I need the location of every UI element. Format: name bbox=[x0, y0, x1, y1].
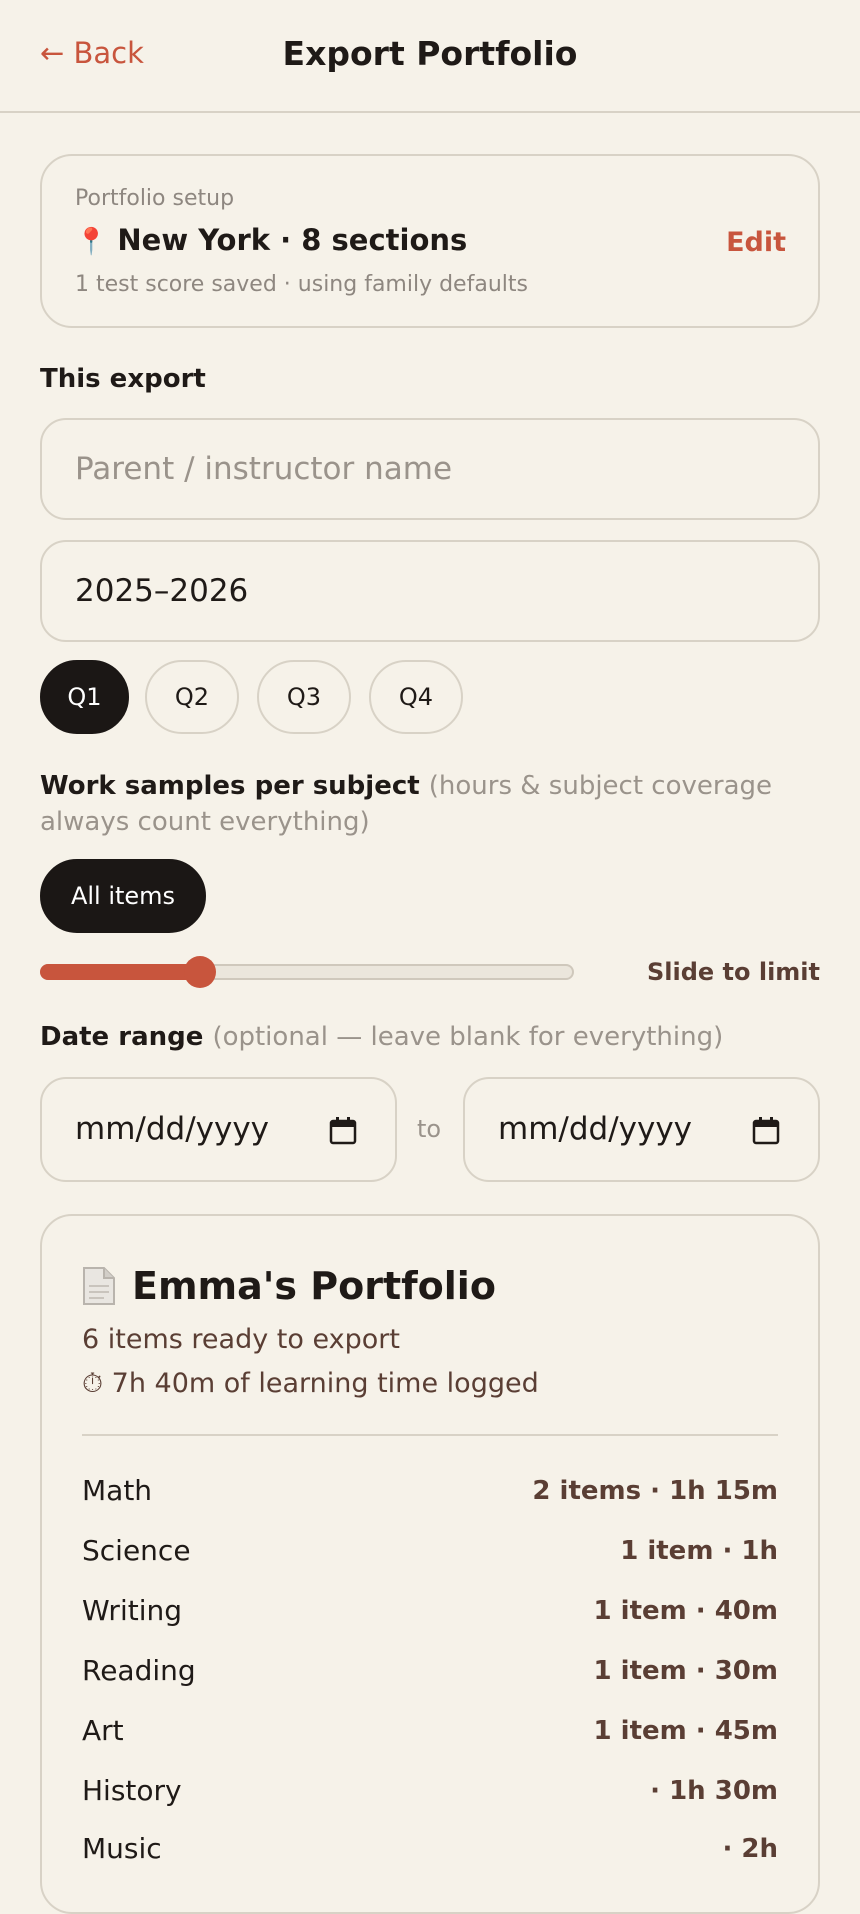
date-range-label: Date range (optional — leave blank for e… bbox=[40, 1022, 723, 1052]
quarter-q3-pill[interactable]: Q3 bbox=[257, 660, 351, 734]
quarter-q4-pill[interactable]: Q4 bbox=[369, 660, 463, 734]
slide-to-limit-label: Slide to limit bbox=[646, 958, 820, 986]
date-range-title: Date range bbox=[40, 1022, 204, 1052]
page-title: Export Portfolio bbox=[282, 34, 578, 73]
quarter-q2-pill[interactable]: Q2 bbox=[145, 660, 239, 734]
subject-row: Math 2 items · 1h 15m bbox=[82, 1474, 778, 1514]
setup-label: Portfolio setup bbox=[75, 186, 235, 211]
pin-icon: 📍 bbox=[75, 227, 108, 257]
divider bbox=[82, 1434, 778, 1436]
setup-location: 📍 New York · 8 sections bbox=[75, 223, 467, 257]
portfolio-setup-card: Portfolio setup 📍 New York · 8 sections 1… bbox=[40, 154, 820, 328]
samples-slider-fill bbox=[40, 964, 201, 980]
subject-summary: 1 item · 1h bbox=[620, 1536, 778, 1566]
setup-location-text: New York · 8 sections bbox=[117, 223, 468, 257]
school-year-input[interactable] bbox=[40, 540, 820, 642]
document-icon bbox=[83, 1267, 115, 1305]
subject-row: Reading 1 item · 30m bbox=[82, 1654, 778, 1694]
subject-summary: 1 item · 40m bbox=[593, 1596, 778, 1626]
end-date-input[interactable]: mm/dd/yyyy bbox=[463, 1077, 820, 1182]
work-samples-title: Work samples per subject bbox=[40, 771, 420, 801]
quarter-q1-pill[interactable]: Q1 bbox=[40, 660, 129, 734]
subject-row: Music · 2h bbox=[82, 1832, 778, 1872]
this-export-label: This export bbox=[40, 364, 206, 394]
learning-time-text: ⏱ 7h 40m of learning time logged bbox=[82, 1368, 539, 1399]
subject-summary: · 1h 30m bbox=[650, 1776, 778, 1806]
subject-name: Reading bbox=[82, 1654, 196, 1687]
all-items-pill[interactable]: All items bbox=[40, 859, 206, 933]
end-date-placeholder: mm/dd/yyyy bbox=[498, 1111, 693, 1147]
subject-name: Writing bbox=[82, 1594, 182, 1627]
samples-slider-thumb[interactable] bbox=[184, 956, 217, 988]
edit-button[interactable]: Edit bbox=[726, 227, 786, 258]
subject-name: Music bbox=[82, 1832, 162, 1865]
portfolio-title: Emma's Portfolio bbox=[132, 1264, 496, 1308]
subject-name: Art bbox=[82, 1714, 124, 1747]
subject-row: History · 1h 30m bbox=[82, 1774, 778, 1814]
setup-subtext: 1 test score saved · using family defaul… bbox=[75, 272, 528, 297]
work-samples-label: Work samples per subject (hours & subjec… bbox=[40, 768, 820, 840]
subject-summary: 1 item · 30m bbox=[593, 1656, 778, 1686]
subject-row: Writing 1 item · 40m bbox=[82, 1594, 778, 1634]
instructor-name-input[interactable] bbox=[40, 418, 820, 520]
to-label: to bbox=[417, 1115, 442, 1143]
start-date-input[interactable]: mm/dd/yyyy bbox=[40, 1077, 397, 1182]
calendar-icon[interactable] bbox=[329, 1117, 357, 1145]
subject-summary: · 2h bbox=[722, 1834, 778, 1864]
items-ready-text: 6 items ready to export bbox=[82, 1324, 400, 1355]
header-bar: ← Back Export Portfolio bbox=[0, 0, 860, 113]
subject-name: History bbox=[82, 1774, 182, 1807]
calendar-icon[interactable] bbox=[752, 1117, 780, 1145]
subject-summary: 2 items · 1h 15m bbox=[532, 1476, 778, 1506]
subject-name: Math bbox=[82, 1474, 153, 1507]
date-range-note: (optional — leave blank for everything) bbox=[212, 1022, 724, 1052]
portfolio-summary-card: Emma's Portfolio 6 items ready to export… bbox=[40, 1214, 820, 1914]
subject-name: Science bbox=[82, 1534, 191, 1567]
subject-row: Science 1 item · 1h bbox=[82, 1534, 778, 1574]
start-date-placeholder: mm/dd/yyyy bbox=[75, 1111, 270, 1147]
portfolio-heading: Emma's Portfolio bbox=[82, 1264, 496, 1308]
subject-summary: 1 item · 45m bbox=[593, 1716, 778, 1746]
subject-row: Art 1 item · 45m bbox=[82, 1714, 778, 1754]
